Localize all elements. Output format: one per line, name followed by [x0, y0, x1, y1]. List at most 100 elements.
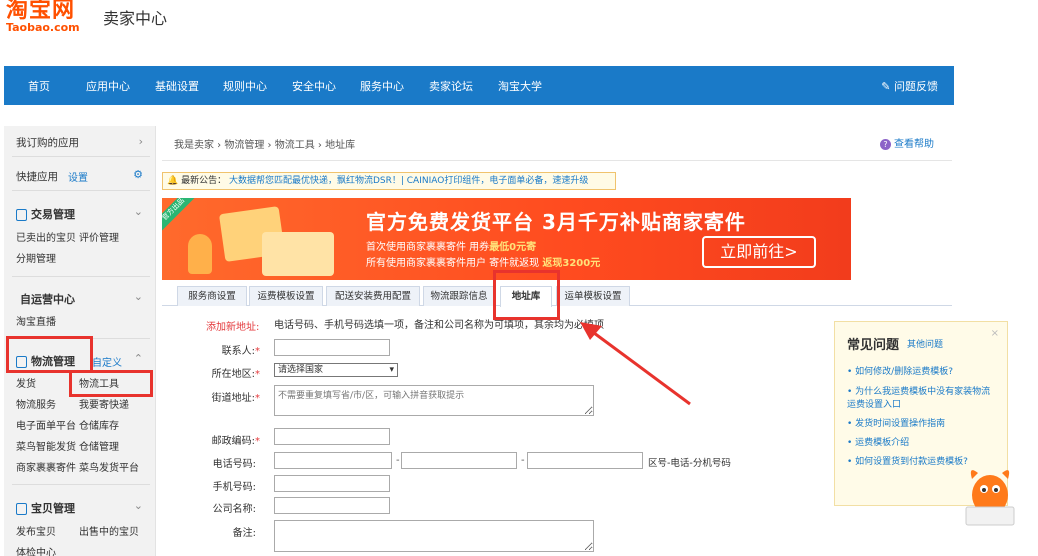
- sidebar-link-eslip[interactable]: 电子面单平台: [16, 417, 76, 432]
- chevron-right-icon[interactable]: ›: [139, 135, 143, 148]
- feedback-button[interactable]: ✎ 问题反馈: [881, 78, 938, 94]
- page-title: 卖家中心: [103, 9, 168, 28]
- sidebar-link-guoguo[interactable]: 商家裹裹寄件: [16, 459, 76, 474]
- add-address-label: 添加新地址:: [206, 322, 260, 333]
- faq-item-text: 如何修改/删除运费模板?: [855, 367, 953, 377]
- document-icon: [16, 209, 27, 221]
- phone-number-input[interactable]: [401, 452, 517, 469]
- phone-dash: -: [396, 455, 400, 466]
- sidebar-link-health-check[interactable]: 体检中心: [16, 544, 56, 556]
- sidebar-heading-trade[interactable]: 交易管理: [16, 206, 75, 222]
- remark-label: 备注:: [232, 528, 256, 539]
- quick-apps-settings-link[interactable]: 设置: [68, 169, 88, 184]
- logistics-customize-link[interactable]: 自定义: [92, 354, 122, 369]
- country-select[interactable]: 请选择国家 ▾: [274, 363, 398, 377]
- banner-line-2: 首次使用商家裹裹寄件 用券最低0元寄: [366, 238, 536, 253]
- chevron-up-icon[interactable]: ⌃: [134, 352, 143, 365]
- sidebar-quick-apps: 快捷应用: [16, 171, 58, 183]
- phone-extension-input[interactable]: [527, 452, 643, 469]
- top-nav: 首页 应用中心 基础设置 规则中心 安全中心 服务中心 卖家论坛 淘宝大学 ✎ …: [4, 66, 954, 105]
- help-label: 查看帮助: [894, 139, 934, 150]
- promo-banner[interactable]: 官方出品 官方免费发货平台 3月千万补贴商家寄件 首次使用商家裹裹寄件 用券最低…: [162, 198, 851, 280]
- faq-item-text: 为什么我运费模板中没有家装物流运费设置入口: [847, 387, 991, 410]
- faq-item[interactable]: • 为什么我运费模板中没有家装物流运费设置入口: [847, 386, 997, 412]
- sidebar-link-cainiao-platform[interactable]: 菜鸟发货平台: [79, 459, 139, 474]
- sidebar-my-apps[interactable]: 我订购的应用: [16, 135, 79, 150]
- nav-security-center[interactable]: 安全中心: [292, 78, 336, 94]
- sidebar-link-reviews[interactable]: 评价管理: [79, 229, 119, 244]
- company-input[interactable]: [274, 497, 390, 514]
- banner-line-2-text: 首次使用商家裹裹寄件 用券: [366, 242, 490, 253]
- breadcrumb-item[interactable]: 物流工具: [275, 140, 315, 151]
- sidebar-link-live[interactable]: 淘宝直播: [16, 313, 56, 328]
- tab-freight-template[interactable]: 运费模板设置: [249, 286, 323, 306]
- gear-icon[interactable]: ⚙: [133, 168, 143, 181]
- zip-label-text: 邮政编码:: [211, 436, 255, 447]
- tab-tracking-info[interactable]: 物流跟踪信息: [423, 286, 495, 306]
- chevron-down-icon[interactable]: ⌄: [134, 290, 143, 303]
- faq-more-link[interactable]: 其他问题: [907, 337, 943, 350]
- faq-item-text: 运费模板介绍: [855, 438, 910, 448]
- banner-cta-button[interactable]: 立即前往>: [702, 236, 816, 268]
- remark-textarea[interactable]: [274, 520, 594, 552]
- chevron-down-icon[interactable]: ⌄: [134, 205, 143, 218]
- caret-down-icon: ▾: [389, 365, 394, 375]
- logo-cn: 淘宝网: [6, 0, 76, 23]
- sidebar-link-warehouse[interactable]: 仓储管理: [79, 438, 119, 453]
- annotation-box-address-tab: [493, 270, 560, 320]
- sidebar-link-logistics-service[interactable]: 物流服务: [16, 396, 56, 411]
- divider: [12, 190, 150, 191]
- chevron-down-icon[interactable]: ⌄: [134, 499, 143, 512]
- sidebar-link-on-sale[interactable]: 出售中的宝贝: [79, 523, 139, 538]
- tab-service-provider[interactable]: 服务商设置: [177, 286, 247, 306]
- nav-home[interactable]: 首页: [28, 78, 50, 94]
- nav-rules-center[interactable]: 规则中心: [223, 78, 267, 94]
- banner-headline: 官方免费发货平台 3月千万补贴商家寄件: [366, 210, 746, 234]
- annotation-box-logistics-tools: [69, 370, 153, 397]
- mobile-input[interactable]: [274, 475, 390, 492]
- annotation-arrow: [580, 322, 691, 406]
- tab-waybill-template[interactable]: 运单模板设置: [556, 286, 630, 306]
- announcement-text[interactable]: 大数据帮您匹配最优快递，飘红物流DSR！| CAINIAO打印组件，电子面单必备…: [229, 176, 588, 186]
- sidebar-heading-trade-label: 交易管理: [31, 208, 75, 221]
- logo-en: Taobao.com: [6, 21, 80, 34]
- street-textarea[interactable]: [274, 385, 594, 416]
- breadcrumb-item[interactable]: 我是卖家: [174, 140, 214, 151]
- taobao-logo[interactable]: 淘宝网 Taobao.com: [6, 0, 80, 34]
- sidebar-heading-self-run[interactable]: 自运营中心: [20, 291, 75, 307]
- faq-item-text: 如何设置货到付款运费模板?: [855, 457, 968, 467]
- divider: [12, 276, 150, 277]
- faq-item[interactable]: • 发货时间设置操作指南: [847, 418, 997, 431]
- nav-app-center[interactable]: 应用中心: [86, 78, 130, 94]
- sidebar-link-inventory[interactable]: 仓储库存: [79, 417, 119, 432]
- region-label-text: 所在地区:: [211, 369, 255, 380]
- close-icon[interactable]: ×: [991, 328, 999, 339]
- sidebar-link-sold-items[interactable]: 已卖出的宝贝: [16, 229, 76, 244]
- faq-item[interactable]: • 运费模板介绍: [847, 437, 997, 450]
- faq-title: 常见问题: [847, 338, 900, 353]
- sidebar-heading-items[interactable]: 宝贝管理: [16, 500, 75, 516]
- nav-basic-settings[interactable]: 基础设置: [155, 78, 199, 94]
- faq-item[interactable]: • 如何修改/删除运费模板?: [847, 366, 997, 379]
- contact-label-text: 联系人:: [221, 346, 255, 357]
- help-link[interactable]: ? 查看帮助: [880, 135, 934, 150]
- sidebar-link-cainiao-smart[interactable]: 菜鸟智能发货: [16, 438, 76, 453]
- zip-label: 邮政编码:*: [211, 436, 260, 447]
- banner-line-3-highlight: 返现3200元: [542, 258, 601, 269]
- divider: [12, 484, 150, 485]
- nav-seller-forum[interactable]: 卖家论坛: [429, 78, 473, 94]
- question-icon: ?: [880, 139, 891, 150]
- sidebar-link-ship[interactable]: 发货: [16, 375, 36, 390]
- sidebar-link-send-express[interactable]: 我要寄快递: [79, 396, 129, 411]
- contact-input[interactable]: [274, 339, 390, 356]
- mascot-illustration[interactable]: [960, 455, 1020, 527]
- sidebar-link-installments[interactable]: 分期管理: [16, 250, 56, 265]
- breadcrumb-item[interactable]: 物流管理: [224, 140, 264, 151]
- nav-taobao-university[interactable]: 淘宝大学: [498, 78, 542, 94]
- faq-item-text: 发货时间设置操作指南: [855, 419, 946, 429]
- zip-input[interactable]: [274, 428, 390, 445]
- tab-install-fee[interactable]: 配送安装费用配置: [326, 286, 420, 306]
- phone-area-code-input[interactable]: [274, 452, 392, 469]
- sidebar-link-publish[interactable]: 发布宝贝: [16, 523, 56, 538]
- nav-service-center[interactable]: 服务中心: [360, 78, 404, 94]
